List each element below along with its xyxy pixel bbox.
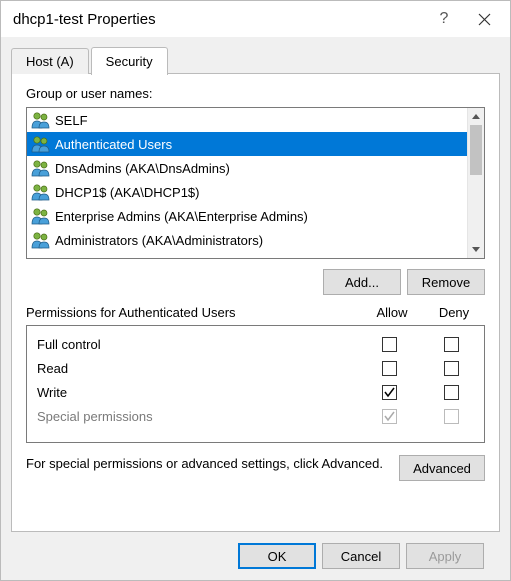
- close-icon: [478, 13, 491, 26]
- permissions-box: Full control Read Write Special permissi…: [26, 325, 485, 443]
- scroll-up-button[interactable]: [468, 108, 484, 125]
- list-item[interactable]: DHCP1$ (AKA\DHCP1$): [27, 180, 467, 204]
- deny-checkbox[interactable]: [444, 385, 459, 400]
- list-item-label: Authenticated Users: [55, 137, 172, 152]
- users-icon: [31, 207, 51, 225]
- permissions-header: Permissions for Authenticated Users Allo…: [26, 305, 485, 320]
- tab-strip: Host (A) Security: [11, 42, 500, 74]
- groups-label: Group or user names:: [26, 86, 485, 101]
- list-item[interactable]: DnsAdmins (AKA\DnsAdmins): [27, 156, 467, 180]
- cancel-button[interactable]: Cancel: [322, 543, 400, 569]
- list-item[interactable]: SELF: [27, 108, 467, 132]
- perm-row: Read: [37, 356, 482, 380]
- deny-col-header: Deny: [423, 305, 485, 320]
- groups-list-inner: SELF Authenticated Users DnsAdmins (AKA\…: [27, 108, 467, 258]
- allow-checkbox[interactable]: [382, 361, 397, 376]
- remove-button[interactable]: Remove: [407, 269, 485, 295]
- scrollbar[interactable]: [467, 108, 484, 258]
- tab-security[interactable]: Security: [91, 47, 168, 75]
- chevron-up-icon: [472, 114, 480, 119]
- chevron-down-icon: [472, 247, 480, 252]
- checkmark-icon: [384, 411, 395, 422]
- allow-checkbox[interactable]: [382, 337, 397, 352]
- permissions-label: Permissions for Authenticated Users: [26, 305, 361, 320]
- list-item-label: Enterprise Admins (AKA\Enterprise Admins…: [55, 209, 308, 224]
- security-panel: Group or user names: SELF Authenticated …: [11, 73, 500, 532]
- advanced-button[interactable]: Advanced: [399, 455, 485, 481]
- titlebar: dhcp1-test Properties ?: [1, 1, 510, 37]
- allow-checkbox[interactable]: [382, 385, 397, 400]
- checkmark-icon: [384, 387, 395, 398]
- users-icon: [31, 135, 51, 153]
- help-button[interactable]: ?: [424, 4, 464, 34]
- deny-checkbox[interactable]: [444, 337, 459, 352]
- groups-buttons: Add... Remove: [26, 269, 485, 295]
- scroll-down-button[interactable]: [468, 241, 484, 258]
- list-item[interactable]: Administrators (AKA\Administrators): [27, 228, 467, 252]
- allow-col-header: Allow: [361, 305, 423, 320]
- dialog-buttons: OK Cancel Apply: [11, 532, 500, 580]
- apply-button[interactable]: Apply: [406, 543, 484, 569]
- perm-row: Special permissions: [37, 404, 482, 428]
- close-button[interactable]: [464, 4, 504, 34]
- deny-checkbox[interactable]: [444, 361, 459, 376]
- list-item-label: Administrators (AKA\Administrators): [55, 233, 263, 248]
- perm-row: Full control: [37, 332, 482, 356]
- perm-name: Special permissions: [37, 409, 358, 424]
- groups-listbox[interactable]: SELF Authenticated Users DnsAdmins (AKA\…: [26, 107, 485, 259]
- list-item-label: SELF: [55, 113, 88, 128]
- window-title: dhcp1-test Properties: [13, 11, 424, 28]
- users-icon: [31, 111, 51, 129]
- dialog-body: Host (A) Security Group or user names: S…: [1, 37, 510, 580]
- perm-name: Write: [37, 385, 358, 400]
- tab-host[interactable]: Host (A): [11, 48, 89, 74]
- list-item-label: DHCP1$ (AKA\DHCP1$): [55, 185, 200, 200]
- advanced-text: For special permissions or advanced sett…: [26, 455, 389, 473]
- perm-row: Write: [37, 380, 482, 404]
- ok-button[interactable]: OK: [238, 543, 316, 569]
- scroll-thumb[interactable]: [470, 125, 482, 175]
- users-icon: [31, 183, 51, 201]
- advanced-row: For special permissions or advanced sett…: [26, 455, 485, 491]
- perm-name: Full control: [37, 337, 358, 352]
- add-button[interactable]: Add...: [323, 269, 401, 295]
- properties-dialog: dhcp1-test Properties ? Host (A) Securit…: [0, 0, 511, 581]
- users-icon: [31, 231, 51, 249]
- allow-checkbox: [382, 409, 397, 424]
- list-item-label: DnsAdmins (AKA\DnsAdmins): [55, 161, 230, 176]
- perm-name: Read: [37, 361, 358, 376]
- deny-checkbox: [444, 409, 459, 424]
- scroll-track[interactable]: [468, 125, 484, 241]
- list-item[interactable]: Enterprise Admins (AKA\Enterprise Admins…: [27, 204, 467, 228]
- list-item[interactable]: Authenticated Users: [27, 132, 467, 156]
- users-icon: [31, 159, 51, 177]
